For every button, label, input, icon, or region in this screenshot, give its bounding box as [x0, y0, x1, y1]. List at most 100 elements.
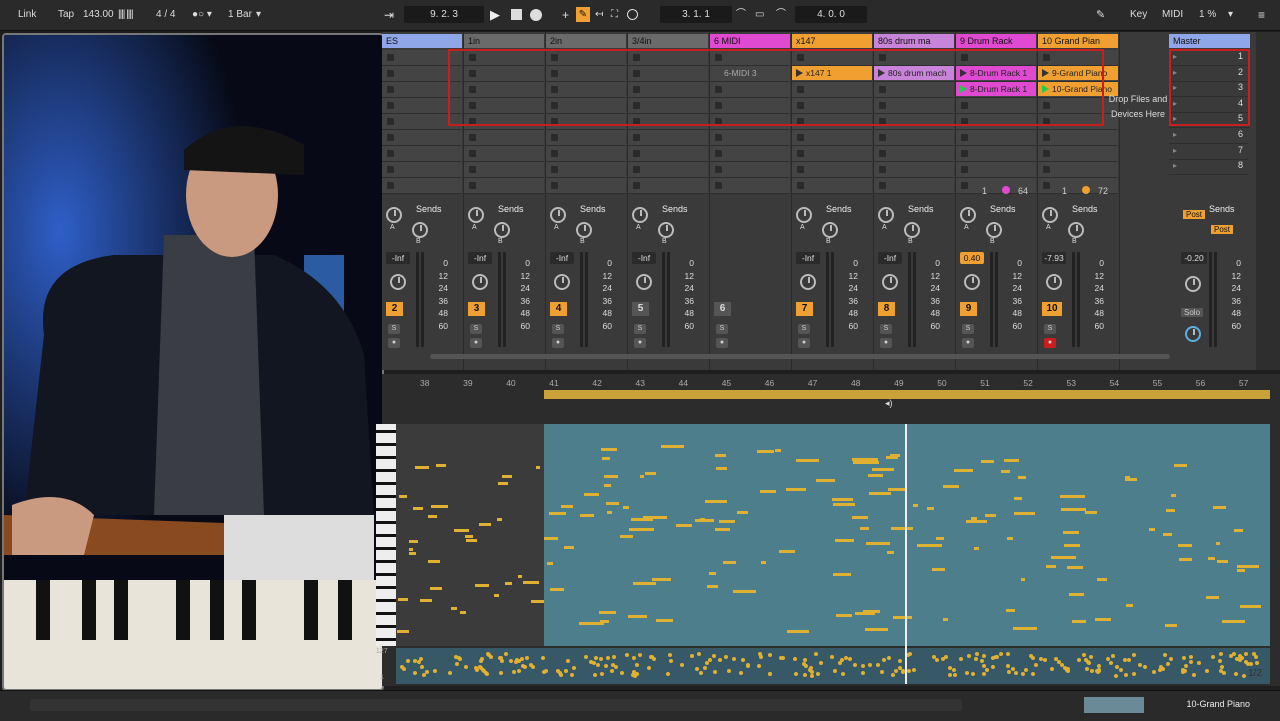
velocity-marker[interactable]: [406, 659, 411, 664]
velocity-marker[interactable]: [882, 658, 887, 663]
slot-stop-icon[interactable]: [633, 150, 640, 157]
velocity-marker[interactable]: [453, 654, 458, 659]
solo-button[interactable]: Solo: [1181, 308, 1204, 317]
master-header[interactable]: Master: [1169, 34, 1250, 48]
slot-stop-icon[interactable]: [961, 54, 968, 61]
clip[interactable]: 9-Grand Piano: [1038, 66, 1118, 80]
midi-note[interactable]: [453, 529, 470, 533]
velocity-marker[interactable]: [732, 657, 737, 662]
velocity-marker[interactable]: [1111, 653, 1116, 658]
track-activator[interactable]: 8: [878, 302, 895, 316]
cpu-chevron-icon[interactable]: ▾: [1228, 7, 1233, 23]
master-pan-knob[interactable]: [1185, 276, 1201, 292]
slot-stop-icon[interactable]: [797, 150, 804, 157]
clip-play-icon[interactable]: [796, 69, 803, 77]
velocity-marker[interactable]: [840, 671, 845, 676]
velocity-marker[interactable]: [768, 653, 773, 658]
clip-slot[interactable]: [710, 114, 790, 130]
velocity-marker[interactable]: [1049, 667, 1054, 672]
slot-stop-icon[interactable]: [633, 118, 640, 125]
velocity-marker[interactable]: [542, 670, 547, 675]
track-volume[interactable]: -Inf: [796, 252, 820, 264]
midi-note[interactable]: [872, 467, 894, 471]
midi-note[interactable]: [655, 618, 674, 622]
track-volume[interactable]: 0.40: [960, 252, 984, 264]
midi-in-value[interactable]: 1: [982, 186, 987, 196]
solo-toggle[interactable]: S: [962, 324, 974, 334]
velocity-marker[interactable]: [965, 671, 970, 676]
arm-toggle[interactable]: ●: [1044, 338, 1056, 348]
midi-note[interactable]: [620, 534, 634, 538]
velocity-marker[interactable]: [1234, 671, 1239, 676]
slot-stop-icon[interactable]: [715, 150, 722, 157]
solo-toggle[interactable]: S: [388, 324, 400, 334]
scene-1[interactable]: ▸ 1: [1169, 50, 1249, 66]
velocity-marker[interactable]: [530, 665, 535, 670]
velocity-marker[interactable]: [596, 663, 601, 668]
clip-slot[interactable]: [792, 146, 872, 162]
slot-stop-icon[interactable]: [469, 54, 476, 61]
velocity-marker[interactable]: [599, 657, 604, 662]
slot-stop-icon[interactable]: [715, 54, 722, 61]
song-position-field[interactable]: 9. 2. 3: [404, 6, 484, 23]
midi-note[interactable]: [1221, 620, 1245, 624]
solo-toggle[interactable]: S: [798, 324, 810, 334]
midi-note[interactable]: [517, 575, 522, 579]
velocity-marker[interactable]: [1196, 660, 1201, 665]
clip-slot[interactable]: [546, 178, 626, 194]
velocity-marker[interactable]: [1087, 661, 1092, 666]
velocity-marker[interactable]: [1065, 669, 1070, 674]
midi-note[interactable]: [451, 606, 457, 610]
clip[interactable]: 8-Drum Rack 1: [956, 82, 1036, 96]
clip-slot[interactable]: [628, 162, 708, 178]
midi-note[interactable]: [887, 550, 894, 554]
scene-4[interactable]: ▸ 4: [1169, 97, 1249, 113]
midi-note[interactable]: [460, 611, 466, 615]
clip-slot[interactable]: [628, 50, 708, 66]
velocity-marker[interactable]: [1081, 652, 1086, 657]
send-a-knob[interactable]: [550, 207, 566, 223]
slot-stop-icon[interactable]: [715, 134, 722, 141]
send-a-knob[interactable]: [960, 207, 976, 223]
velocity-marker[interactable]: [1088, 654, 1093, 659]
midi-note[interactable]: [719, 520, 735, 524]
velocity-marker[interactable]: [1033, 662, 1038, 667]
midi-note[interactable]: [1097, 578, 1108, 582]
velocity-marker[interactable]: [861, 664, 866, 669]
midi-note[interactable]: [408, 548, 414, 552]
midi-note[interactable]: [760, 490, 776, 494]
velocity-marker[interactable]: [1163, 653, 1168, 658]
velocity-marker[interactable]: [898, 659, 903, 664]
velocity-marker[interactable]: [1119, 668, 1124, 673]
midi-note[interactable]: [544, 536, 559, 540]
clip-slot[interactable]: [464, 146, 544, 162]
velocity-marker[interactable]: [1013, 671, 1018, 676]
loop-length-field[interactable]: 4. 0. 0: [795, 6, 867, 23]
velocity-marker[interactable]: [699, 671, 704, 676]
arm-toggle[interactable]: ●: [552, 338, 564, 348]
velocity-marker[interactable]: [1243, 652, 1248, 657]
track-volume[interactable]: -Inf: [878, 252, 902, 264]
slot-stop-icon[interactable]: [797, 134, 804, 141]
velocity-marker[interactable]: [794, 672, 799, 677]
clip-slot[interactable]: [464, 178, 544, 194]
midi-note[interactable]: [786, 629, 809, 633]
velocity-marker[interactable]: [839, 657, 844, 662]
scene-5[interactable]: ▸ 5: [1169, 112, 1249, 129]
velocity-marker[interactable]: [1142, 664, 1147, 669]
velocity-marker[interactable]: [484, 672, 489, 677]
scene-2[interactable]: ▸ 2: [1169, 66, 1249, 82]
slot-stop-icon[interactable]: [715, 182, 722, 189]
key-map-button[interactable]: Key: [1130, 7, 1147, 23]
track-header[interactable]: 9 Drum Rack: [956, 34, 1036, 48]
midi-note[interactable]: [1000, 469, 1010, 473]
slot-stop-icon[interactable]: [715, 118, 722, 125]
velocity-marker[interactable]: [953, 672, 958, 677]
midi-note[interactable]: [831, 498, 853, 502]
clip-slot[interactable]: [382, 98, 462, 114]
velocity-marker[interactable]: [703, 666, 708, 671]
track-header[interactable]: 6 MIDI: [710, 34, 790, 48]
velocity-marker[interactable]: [511, 669, 516, 674]
midi-note[interactable]: [1162, 533, 1173, 537]
velocity-marker[interactable]: [632, 655, 637, 660]
